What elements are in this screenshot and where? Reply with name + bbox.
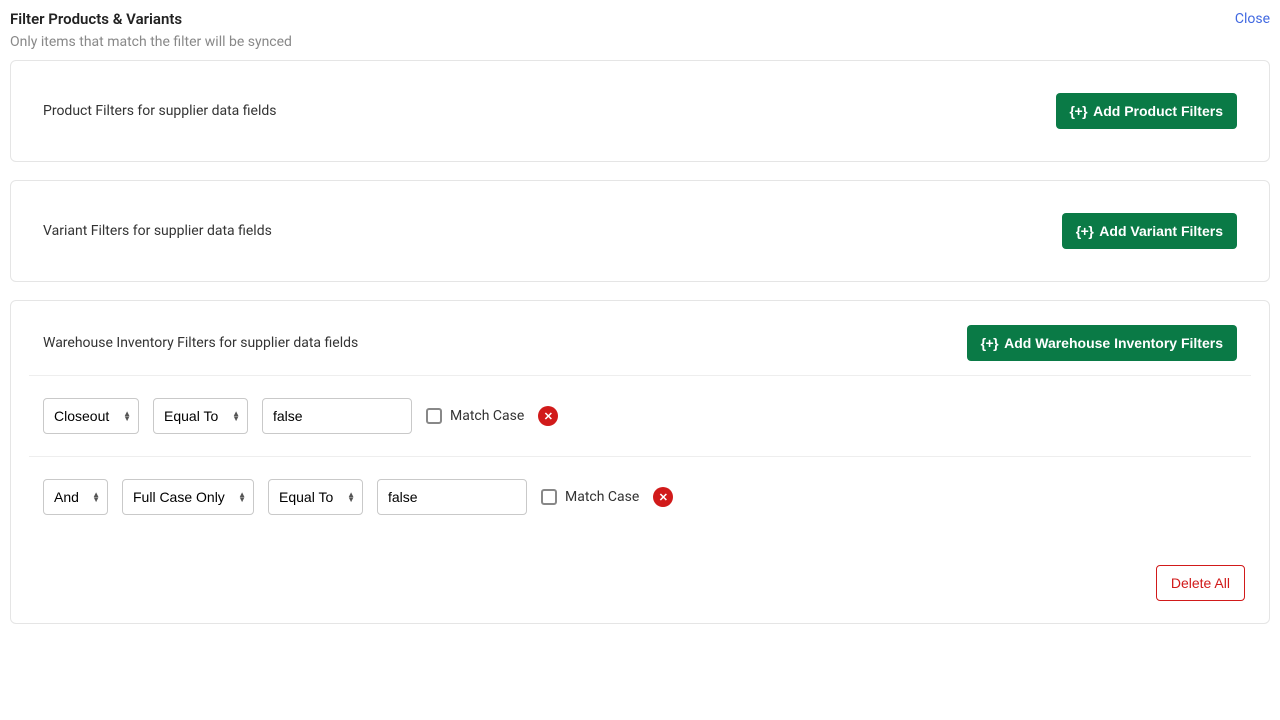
warehouse-filters-card: Warehouse Inventory Filters for supplier… bbox=[10, 300, 1270, 624]
page-title: Filter Products & Variants bbox=[10, 10, 182, 28]
add-warehouse-filters-button[interactable]: {+} Add Warehouse Inventory Filters bbox=[967, 325, 1237, 361]
add-product-filters-button[interactable]: {+} Add Product Filters bbox=[1056, 93, 1237, 129]
operator-select[interactable]: Equal To bbox=[153, 398, 248, 434]
filter-rule-row: Closeout ▲▼ Equal To ▲▼ Match Case ✕ bbox=[29, 375, 1251, 456]
add-product-filters-label: Add Product Filters bbox=[1093, 103, 1223, 119]
match-case-label: Match Case bbox=[450, 408, 524, 424]
field-select[interactable]: Closeout bbox=[43, 398, 139, 434]
logic-select[interactable]: And bbox=[43, 479, 108, 515]
delete-all-button[interactable]: Delete All bbox=[1156, 565, 1245, 601]
match-case-label: Match Case bbox=[565, 489, 639, 505]
add-icon: {+} bbox=[1076, 223, 1094, 239]
value-input[interactable] bbox=[377, 479, 527, 515]
warehouse-filters-label: Warehouse Inventory Filters for supplier… bbox=[43, 335, 358, 351]
add-variant-filters-label: Add Variant Filters bbox=[1099, 223, 1223, 239]
value-input[interactable] bbox=[262, 398, 412, 434]
match-case-checkbox[interactable] bbox=[426, 408, 442, 424]
delete-row-icon[interactable]: ✕ bbox=[538, 406, 558, 426]
variant-filters-label: Variant Filters for supplier data fields bbox=[43, 223, 272, 239]
match-case-checkbox[interactable] bbox=[541, 489, 557, 505]
filter-rule-row: And ▲▼ Full Case Only ▲▼ Equal To ▲▼ Mat… bbox=[29, 456, 1251, 537]
operator-select[interactable]: Equal To bbox=[268, 479, 363, 515]
add-warehouse-filters-label: Add Warehouse Inventory Filters bbox=[1004, 335, 1223, 351]
add-variant-filters-button[interactable]: {+} Add Variant Filters bbox=[1062, 213, 1237, 249]
variant-filters-card: Variant Filters for supplier data fields… bbox=[10, 180, 1270, 282]
add-icon: {+} bbox=[981, 335, 999, 351]
field-select[interactable]: Full Case Only bbox=[122, 479, 254, 515]
product-filters-card: Product Filters for supplier data fields… bbox=[10, 60, 1270, 162]
add-icon: {+} bbox=[1070, 103, 1088, 119]
page-subtitle: Only items that match the filter will be… bbox=[10, 34, 1270, 50]
delete-row-icon[interactable]: ✕ bbox=[653, 487, 673, 507]
product-filters-label: Product Filters for supplier data fields bbox=[43, 103, 276, 119]
close-link[interactable]: Close bbox=[1235, 11, 1270, 27]
